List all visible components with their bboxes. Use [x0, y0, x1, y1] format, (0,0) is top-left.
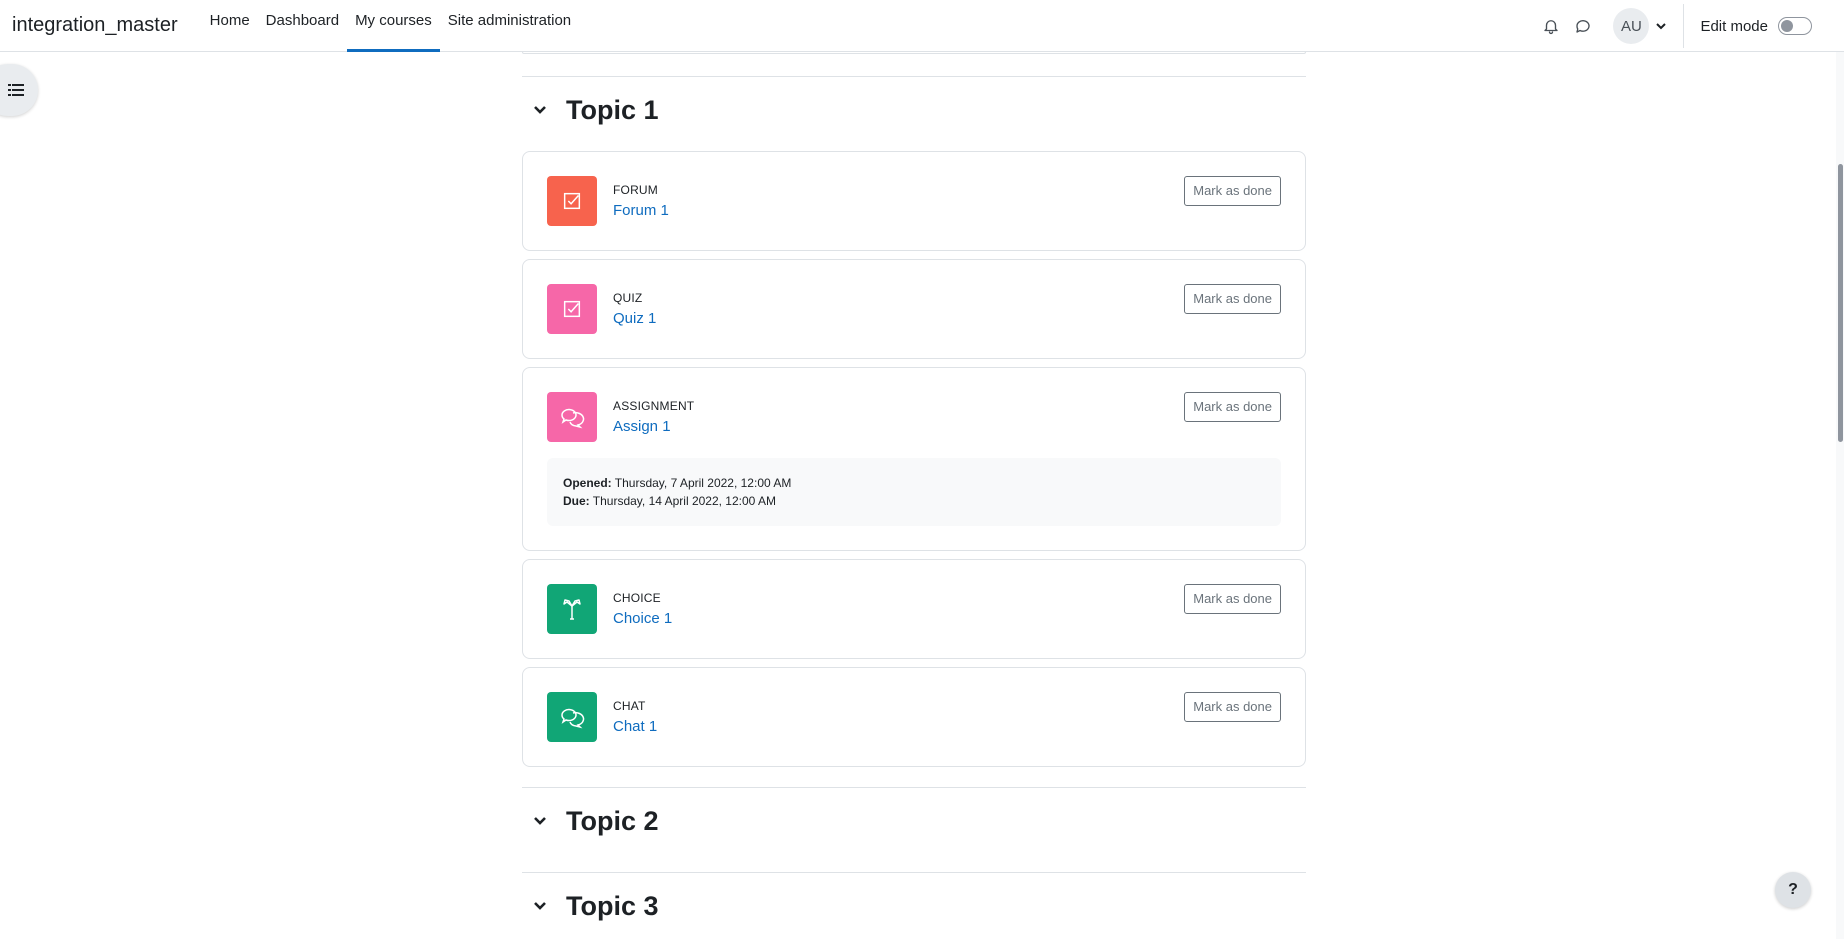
signpost-icon[interactable] — [547, 584, 597, 634]
opened-label: Opened: — [563, 476, 612, 490]
chevron-down-icon[interactable] — [1655, 20, 1667, 32]
bell-icon[interactable] — [1535, 10, 1567, 42]
activity-assignment: ASSIGNMENT Assign 1 Mark as done Opened:… — [522, 367, 1306, 551]
opened-value: Thursday, 7 April 2022, 12:00 AM — [611, 476, 792, 490]
section-topic-3: Topic 3 — [522, 872, 1306, 939]
section-title[interactable]: Topic 2 — [566, 806, 659, 837]
course-index-drawer-toggle[interactable] — [0, 64, 38, 116]
nav-link-dashboard[interactable]: Dashboard — [258, 0, 347, 52]
activity-type: CHAT — [613, 699, 646, 713]
nav-link-site-administration[interactable]: Site administration — [440, 0, 579, 52]
chevron-down-icon[interactable] — [532, 102, 548, 118]
mark-as-done-button[interactable]: Mark as done — [1184, 284, 1281, 314]
section-header[interactable]: Topic 2 — [522, 788, 1306, 854]
toggle-knob — [1781, 20, 1793, 32]
activity-link[interactable]: Quiz 1 — [613, 310, 656, 327]
activity-link[interactable]: Choice 1 — [613, 610, 672, 627]
activity-type: FORUM — [613, 183, 658, 197]
opened-date: Opened: Thursday, 7 April 2022, 12:00 AM — [563, 474, 1265, 492]
mark-as-done-button[interactable]: Mark as done — [1184, 584, 1281, 614]
section-topic-1: Topic 1 FORUM Forum 1 Mark as done QUIZ … — [522, 76, 1306, 767]
activity-type: ASSIGNMENT — [613, 399, 695, 413]
nav-link-my-courses[interactable]: My courses — [347, 0, 440, 52]
due-value: Thursday, 14 April 2022, 12:00 AM — [589, 494, 777, 508]
section-title[interactable]: Topic 1 — [566, 95, 659, 126]
chevron-down-icon[interactable] — [532, 813, 548, 829]
chat-bubble-icon[interactable] — [1567, 10, 1599, 42]
activity-link[interactable]: Chat 1 — [613, 718, 657, 735]
due-date: Due: Thursday, 14 April 2022, 12:00 AM — [563, 492, 1265, 510]
due-label: Due: — [563, 494, 590, 508]
site-brand[interactable]: integration_master — [12, 14, 178, 37]
activity-quiz: QUIZ Quiz 1 Mark as done — [522, 259, 1306, 359]
user-menu[interactable]: AU — [1613, 8, 1667, 44]
section-header[interactable]: Topic 1 — [522, 77, 1306, 143]
chevron-down-icon[interactable] — [532, 898, 548, 914]
section-header[interactable]: Topic 3 — [522, 873, 1306, 939]
nav-link-home[interactable]: Home — [202, 0, 258, 52]
edit-mode-toggle[interactable] — [1778, 17, 1812, 35]
activity-type: CHOICE — [613, 591, 661, 605]
section-title[interactable]: Topic 3 — [566, 891, 659, 922]
activity-chat: CHAT Chat 1 Mark as done — [522, 667, 1306, 767]
course-content: Topic 1 FORUM Forum 1 Mark as done QUIZ … — [522, 52, 1306, 939]
activity-link[interactable]: Forum 1 — [613, 202, 669, 219]
mark-as-done-button[interactable]: Mark as done — [1184, 176, 1281, 206]
question-icon[interactable]: ? — [1775, 872, 1811, 908]
primary-nav: Home Dashboard My courses Site administr… — [202, 0, 580, 52]
mark-as-done-button[interactable]: Mark as done — [1184, 392, 1281, 422]
edit-mode-label: Edit mode — [1700, 17, 1768, 35]
activity-list: FORUM Forum 1 Mark as done QUIZ Quiz 1 M… — [522, 151, 1306, 767]
checkbox-icon[interactable] — [547, 284, 597, 334]
avatar[interactable]: AU — [1613, 8, 1650, 44]
speech-bubbles-icon[interactable] — [547, 692, 597, 742]
activity-choice: CHOICE Choice 1 Mark as done — [522, 559, 1306, 659]
mark-as-done-button[interactable]: Mark as done — [1184, 692, 1281, 722]
activity-dates: Opened: Thursday, 7 April 2022, 12:00 AM… — [547, 458, 1281, 526]
page-scrollbar-thumb[interactable] — [1838, 164, 1843, 442]
activity-link[interactable]: Assign 1 — [613, 418, 694, 435]
activity-type: QUIZ — [613, 291, 643, 305]
edit-mode-control: Edit mode — [1684, 17, 1844, 35]
speech-bubbles-icon[interactable] — [547, 392, 597, 442]
top-navbar: integration_master Home Dashboard My cou… — [0, 0, 1844, 52]
list-icon — [8, 84, 24, 96]
checkbox-icon[interactable] — [547, 176, 597, 226]
activity-forum: FORUM Forum 1 Mark as done — [522, 151, 1306, 251]
navbar-actions: AU Edit mode — [1535, 0, 1844, 52]
section-topic-2: Topic 2 — [522, 787, 1306, 854]
